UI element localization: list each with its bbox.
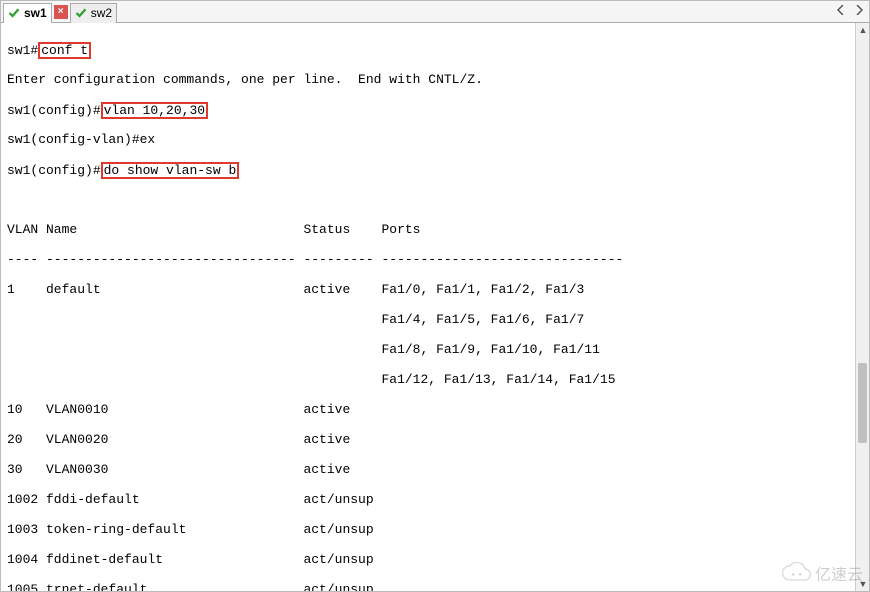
scroll-up-icon[interactable]: ▲ <box>856 23 870 37</box>
tab-nav <box>835 3 865 17</box>
highlight-show-vlan: do show vlan-sw b <box>101 162 240 179</box>
terminal-line: sw1(config-vlan)#ex <box>7 132 851 147</box>
prompt: sw1(config)# <box>7 103 101 118</box>
tab-bar: sw1 × sw2 <box>1 1 869 23</box>
table-row: 1002 fddi-default act/unsup <box>7 492 851 507</box>
tab-sw1[interactable]: sw1 <box>3 3 52 23</box>
scroll-down-icon[interactable]: ▼ <box>856 577 870 591</box>
table-row: 1005 trnet-default act/unsup <box>7 582 851 591</box>
table-row: Fa1/8, Fa1/9, Fa1/10, Fa1/11 <box>7 342 851 357</box>
table-row: 10 VLAN0010 active <box>7 402 851 417</box>
table-row: 1003 token-ring-default act/unsup <box>7 522 851 537</box>
table-row: 20 VLAN0020 active <box>7 432 851 447</box>
prompt: sw1# <box>7 43 38 58</box>
check-icon <box>8 7 20 19</box>
terminal-output[interactable]: sw1#conf t Enter configuration commands,… <box>1 23 855 591</box>
check-icon <box>75 7 87 19</box>
table-row: Fa1/4, Fa1/5, Fa1/6, Fa1/7 <box>7 312 851 327</box>
table-row: 30 VLAN0030 active <box>7 462 851 477</box>
highlight-vlan-create: vlan 10,20,30 <box>101 102 208 119</box>
table-row: 1004 fddinet-default act/unsup <box>7 552 851 567</box>
prompt: sw1(config)# <box>7 163 101 178</box>
tab-sw2[interactable]: sw2 <box>70 3 117 23</box>
scroll-thumb[interactable] <box>858 363 867 443</box>
tab-label: sw1 <box>24 6 47 20</box>
close-icon[interactable]: × <box>54 5 68 19</box>
vlan-table-header: VLAN Name Status Ports <box>7 222 851 237</box>
vlan-table-divider: ---- -------------------------------- --… <box>7 252 851 267</box>
tab-label: sw2 <box>91 6 112 20</box>
table-row: 1 default active Fa1/0, Fa1/1, Fa1/2, Fa… <box>7 282 851 297</box>
table-row: Fa1/12, Fa1/13, Fa1/14, Fa1/15 <box>7 372 851 387</box>
scrollbar[interactable]: ▲ ▼ <box>855 23 869 591</box>
next-tab-icon[interactable] <box>853 3 865 17</box>
prev-tab-icon[interactable] <box>835 3 847 17</box>
terminal-line: Enter configuration commands, one per li… <box>7 72 851 87</box>
highlight-conf-t: conf t <box>38 42 91 59</box>
